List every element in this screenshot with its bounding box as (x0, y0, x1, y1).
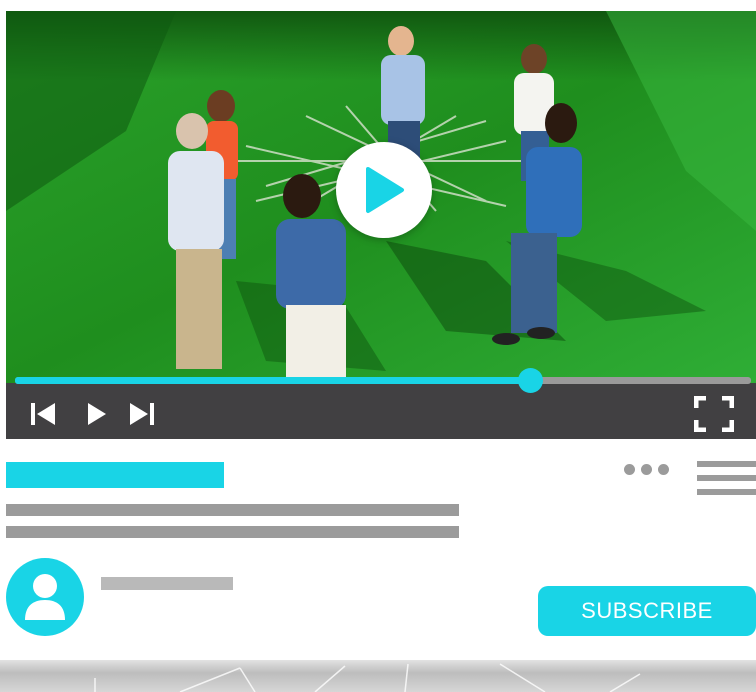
video-frame[interactable] (6, 11, 756, 383)
center-play-button[interactable] (336, 142, 432, 238)
next-button[interactable] (128, 401, 156, 427)
subscribe-button[interactable]: SUBSCRIBE (538, 586, 756, 636)
bottom-shadow-decoration (0, 660, 756, 692)
play-icon (88, 403, 106, 425)
skip-previous-icon (31, 403, 55, 425)
fullscreen-icon (694, 396, 734, 432)
more-horizontal-icon (658, 463, 669, 475)
previous-button[interactable] (29, 401, 57, 427)
fullscreen-button[interactable] (694, 396, 734, 432)
play-button[interactable] (84, 401, 112, 427)
description-line (6, 504, 459, 516)
channel-name-placeholder (101, 577, 233, 590)
progress-fill (15, 377, 531, 384)
user-icon (25, 574, 65, 620)
more-options-button[interactable] (624, 462, 676, 476)
control-bar (6, 383, 756, 439)
play-icon (366, 167, 404, 213)
video-player (6, 11, 756, 439)
more-horizontal-icon (624, 463, 635, 475)
skip-next-icon (130, 403, 154, 425)
video-title-placeholder (6, 462, 224, 488)
more-horizontal-icon (641, 463, 652, 475)
avatar[interactable] (6, 558, 84, 636)
description-line (6, 526, 459, 538)
progress-bar[interactable] (15, 368, 751, 393)
hamburger-menu-icon[interactable] (697, 461, 756, 495)
